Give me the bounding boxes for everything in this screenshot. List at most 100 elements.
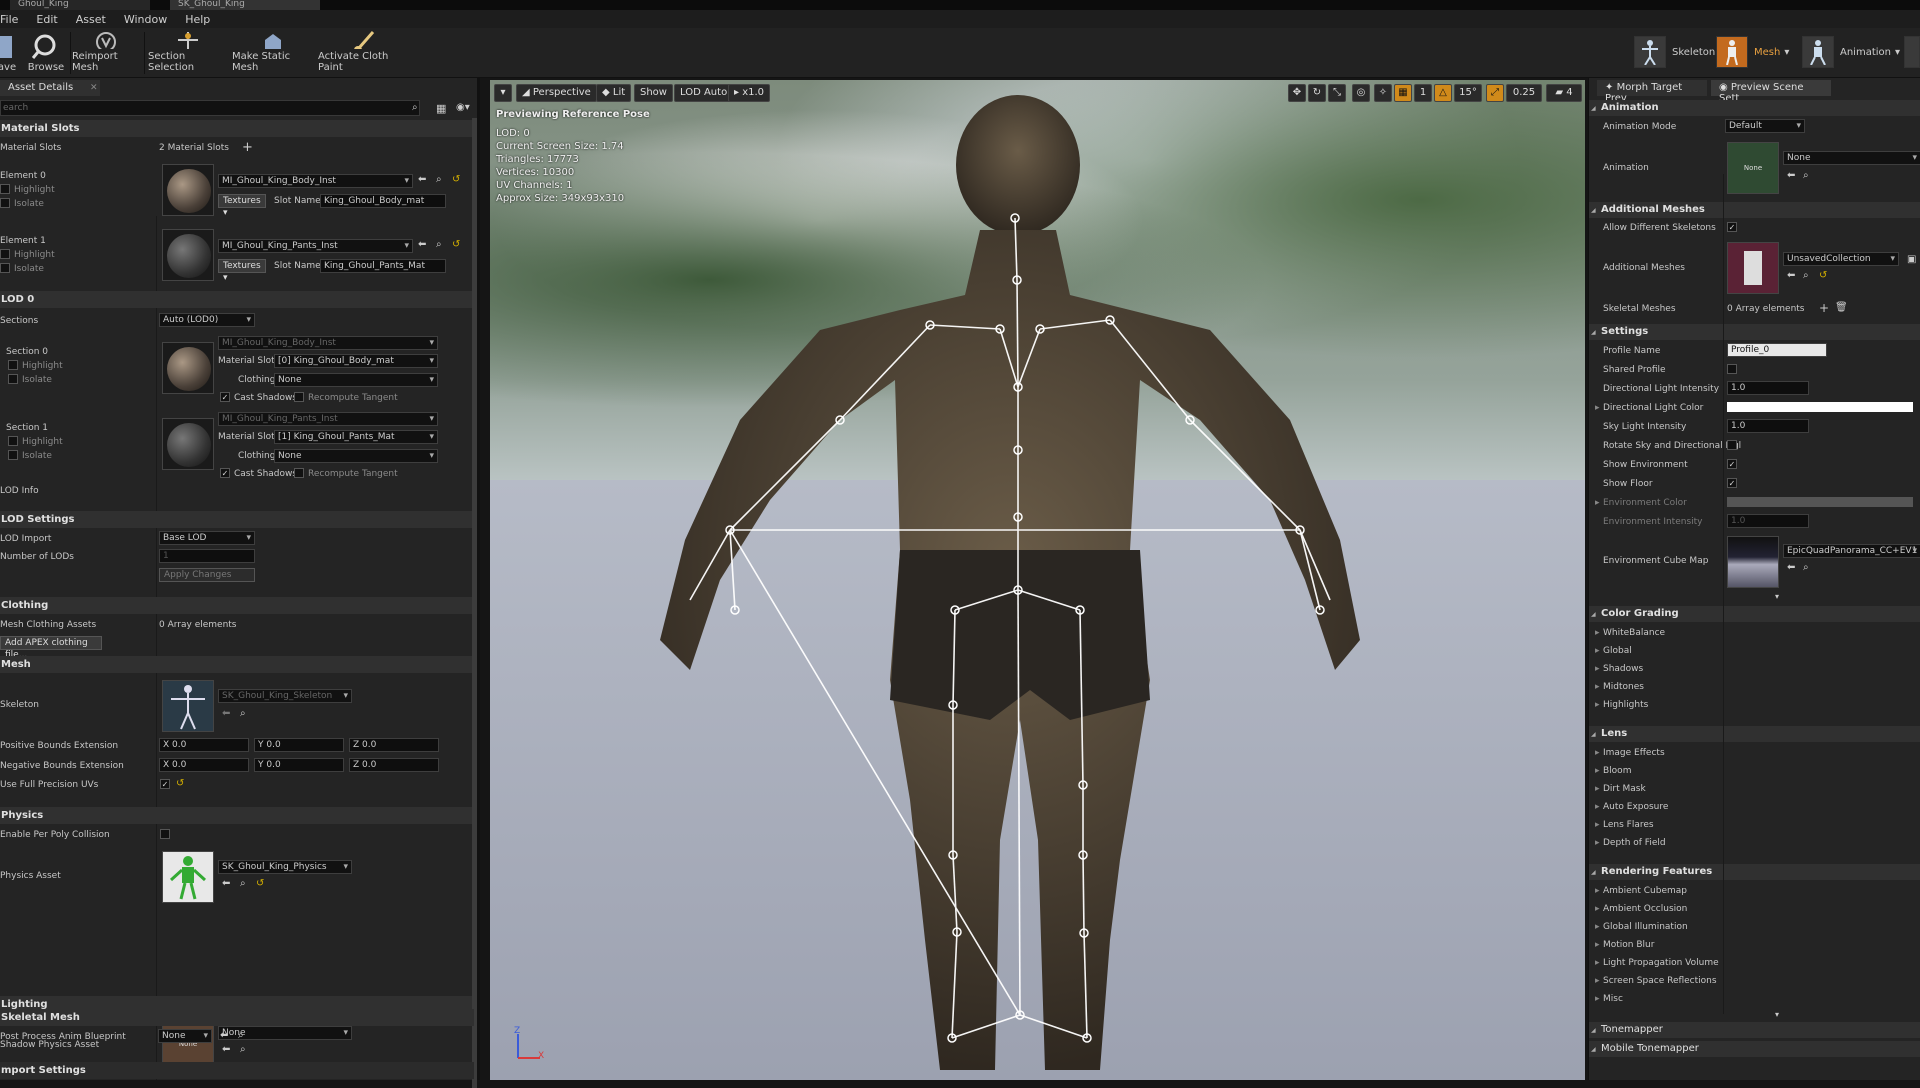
pos-bounds-x[interactable]: X 0.0 <box>159 738 249 752</box>
tab-preview-scene-settings[interactable]: ◉ Preview Scene Sett <box>1711 80 1831 104</box>
physics-asset-thumbnail[interactable] <box>162 851 214 903</box>
mesh-dropdown-icon[interactable]: ▾ <box>1784 47 1789 58</box>
browse-icon[interactable]: ⌕ <box>1803 562 1809 573</box>
rotation-angle[interactable]: 15° <box>1454 84 1482 102</box>
directional-light-color-swatch[interactable] <box>1727 402 1913 412</box>
cast-shadows-checkbox[interactable]: ✓ <box>220 392 230 402</box>
recompute-tangent-checkbox[interactable] <box>294 468 304 478</box>
rendering-ambient-cubemap[interactable]: Ambient Cubemap <box>1595 886 1687 896</box>
menu-asset[interactable]: Asset <box>67 13 115 26</box>
activate-cloth-paint-button[interactable]: Activate Cloth Paint <box>318 30 412 76</box>
menu-file[interactable]: File <box>0 13 27 26</box>
show-button[interactable]: Show <box>634 84 673 102</box>
search-input[interactable]: earch <box>0 100 420 116</box>
close-tab-icon[interactable]: ✕ <box>90 83 98 93</box>
material-combo[interactable]: MI_Ghoul_King_Body_Inst <box>218 174 413 188</box>
save-icon[interactable]: ▣ <box>1907 254 1916 265</box>
slot-name-field[interactable]: King_Ghoul_Pants_Mat <box>320 259 446 273</box>
lod-import-combo[interactable]: Base LOD <box>159 531 255 545</box>
mode-skeleton-button[interactable]: Skeleton <box>1634 32 1715 72</box>
browse-icon[interactable]: ⌕ <box>436 239 442 250</box>
rendering-ssr[interactable]: Screen Space Reflections <box>1595 976 1717 986</box>
highlight-checkbox[interactable] <box>8 360 18 370</box>
reimport-mesh-button[interactable]: Reimport Mesh <box>72 30 140 76</box>
mode-extra-button[interactable] <box>1904 32 1920 72</box>
use-selected-icon[interactable]: ⬅ <box>222 878 230 889</box>
color-grading-highlights[interactable]: Highlights <box>1595 700 1648 710</box>
delete-icon[interactable]: 🗑 <box>1835 302 1848 313</box>
browse-button[interactable]: Browse <box>26 30 66 76</box>
eye-icon[interactable]: ◉▾ <box>456 102 470 113</box>
apply-changes-button[interactable]: Apply Changes <box>159 568 255 582</box>
full-precision-uvs-checkbox[interactable]: ✓ <box>160 779 170 789</box>
rotate-sky-checkbox[interactable] <box>1727 440 1737 450</box>
per-poly-collision-checkbox[interactable] <box>160 829 170 839</box>
lens-bloom[interactable]: Bloom <box>1595 766 1632 776</box>
mode-animation-button[interactable]: Animation ▾ <box>1802 32 1900 72</box>
use-selected-icon[interactable]: ⬅ <box>418 174 426 185</box>
lens-depth-of-field[interactable]: Depth of Field <box>1595 838 1666 848</box>
category-mobile-tonemapper[interactable]: Mobile Tonemapper <box>1589 1041 1920 1058</box>
reset-icon[interactable]: ↺ <box>176 778 184 789</box>
isolate-checkbox[interactable] <box>8 374 18 384</box>
lens-dirt-mask[interactable]: Dirt Mask <box>1595 784 1646 794</box>
isolate-checkbox[interactable] <box>0 198 10 208</box>
lit-button[interactable]: ◆ Lit <box>596 84 632 102</box>
surface-snap-icon[interactable]: ✧ <box>1374 84 1392 102</box>
number-of-lods-field[interactable]: 1 <box>159 549 255 563</box>
browse-icon[interactable]: ⌕ <box>240 878 246 889</box>
category-rendering-features[interactable]: Rendering Features <box>1589 864 1920 881</box>
additional-meshes-thumbnail[interactable] <box>1727 242 1779 294</box>
category-skeletal-mesh[interactable]: Skeletal Mesh <box>0 1009 474 1026</box>
browse-icon[interactable]: ⌕ <box>240 1044 246 1055</box>
highlight-checkbox[interactable] <box>0 184 10 194</box>
profile-name-field[interactable]: Profile_0 <box>1727 343 1827 357</box>
viewport-options-dropdown[interactable]: ▾ <box>494 84 512 102</box>
use-selected-icon[interactable]: ⬅ <box>1787 170 1795 181</box>
cube-map-thumbnail[interactable] <box>1727 536 1779 588</box>
perspective-button[interactable]: ◢ Perspective <box>516 84 597 102</box>
doc-tab-ghoul-king[interactable]: Ghoul_King <box>10 0 150 10</box>
menu-window[interactable]: Window <box>115 13 176 26</box>
category-lens[interactable]: Lens <box>1589 726 1920 743</box>
category-clothing[interactable]: Clothing <box>0 597 474 614</box>
color-grading-global[interactable]: Global <box>1595 646 1632 656</box>
add-apex-clothing-button[interactable]: Add APEX clothing file... <box>0 636 102 660</box>
use-selected-icon[interactable]: ⬅ <box>418 239 426 250</box>
show-environment-checkbox[interactable]: ✓ <box>1727 459 1737 469</box>
camera-speed[interactable]: ▰ 4 <box>1546 84 1582 102</box>
grid-snap-icon[interactable]: ▦ <box>1394 84 1412 102</box>
scale-snap-icon[interactable]: ⤢ <box>1486 84 1504 102</box>
tab-morph-target-preview[interactable]: ✦ Morph Target Prev <box>1597 80 1707 104</box>
directional-light-intensity-field[interactable]: 1.0 <box>1727 381 1809 395</box>
textures-dropdown[interactable]: Textures ▾ <box>218 194 266 218</box>
shared-profile-checkbox[interactable] <box>1727 364 1737 374</box>
material-thumbnail[interactable] <box>162 229 214 281</box>
neg-bounds-y[interactable]: Y 0.0 <box>254 758 344 772</box>
scale-value[interactable]: 0.25 <box>1506 84 1542 102</box>
grid-size[interactable]: 1 <box>1414 84 1432 102</box>
material-thumbnail[interactable] <box>162 418 214 470</box>
additional-meshes-combo[interactable]: UnsavedCollection <box>1783 252 1899 266</box>
expand-arrow-icon[interactable]: ▾ <box>1775 592 1779 601</box>
show-floor-checkbox[interactable]: ✓ <box>1727 478 1737 488</box>
use-selected-icon[interactable]: ⬅ <box>1787 562 1795 573</box>
category-lod0[interactable]: LOD 0 <box>0 291 474 308</box>
clothing-combo[interactable]: None <box>274 373 438 387</box>
browse-icon[interactable]: ⌕ <box>1803 170 1809 181</box>
tab-asset-details[interactable]: Asset Details <box>0 80 100 96</box>
cast-shadows-checkbox[interactable]: ✓ <box>220 468 230 478</box>
animation-combo[interactable]: None <box>1783 151 1920 165</box>
material-thumbnail[interactable] <box>162 342 214 394</box>
playback-speed-button[interactable]: ▸ x1.0 <box>728 84 771 102</box>
browse-icon[interactable]: ⌕ <box>1803 270 1809 281</box>
post-process-anim-combo[interactable]: None <box>158 1029 212 1043</box>
category-physics[interactable]: Physics <box>0 807 474 824</box>
add-element-icon[interactable]: + <box>1819 301 1829 315</box>
environment-cube-map-combo[interactable]: EpicQuadPanorama_CC+EV1 <box>1783 544 1920 558</box>
category-settings[interactable]: Settings <box>1589 324 1920 341</box>
recompute-tangent-checkbox[interactable] <box>294 392 304 402</box>
browse-icon[interactable]: ⌕ <box>240 708 246 719</box>
material-slot-combo[interactable]: [1] King_Ghoul_Pants_Mat <box>274 430 438 444</box>
isolate-checkbox[interactable] <box>8 450 18 460</box>
